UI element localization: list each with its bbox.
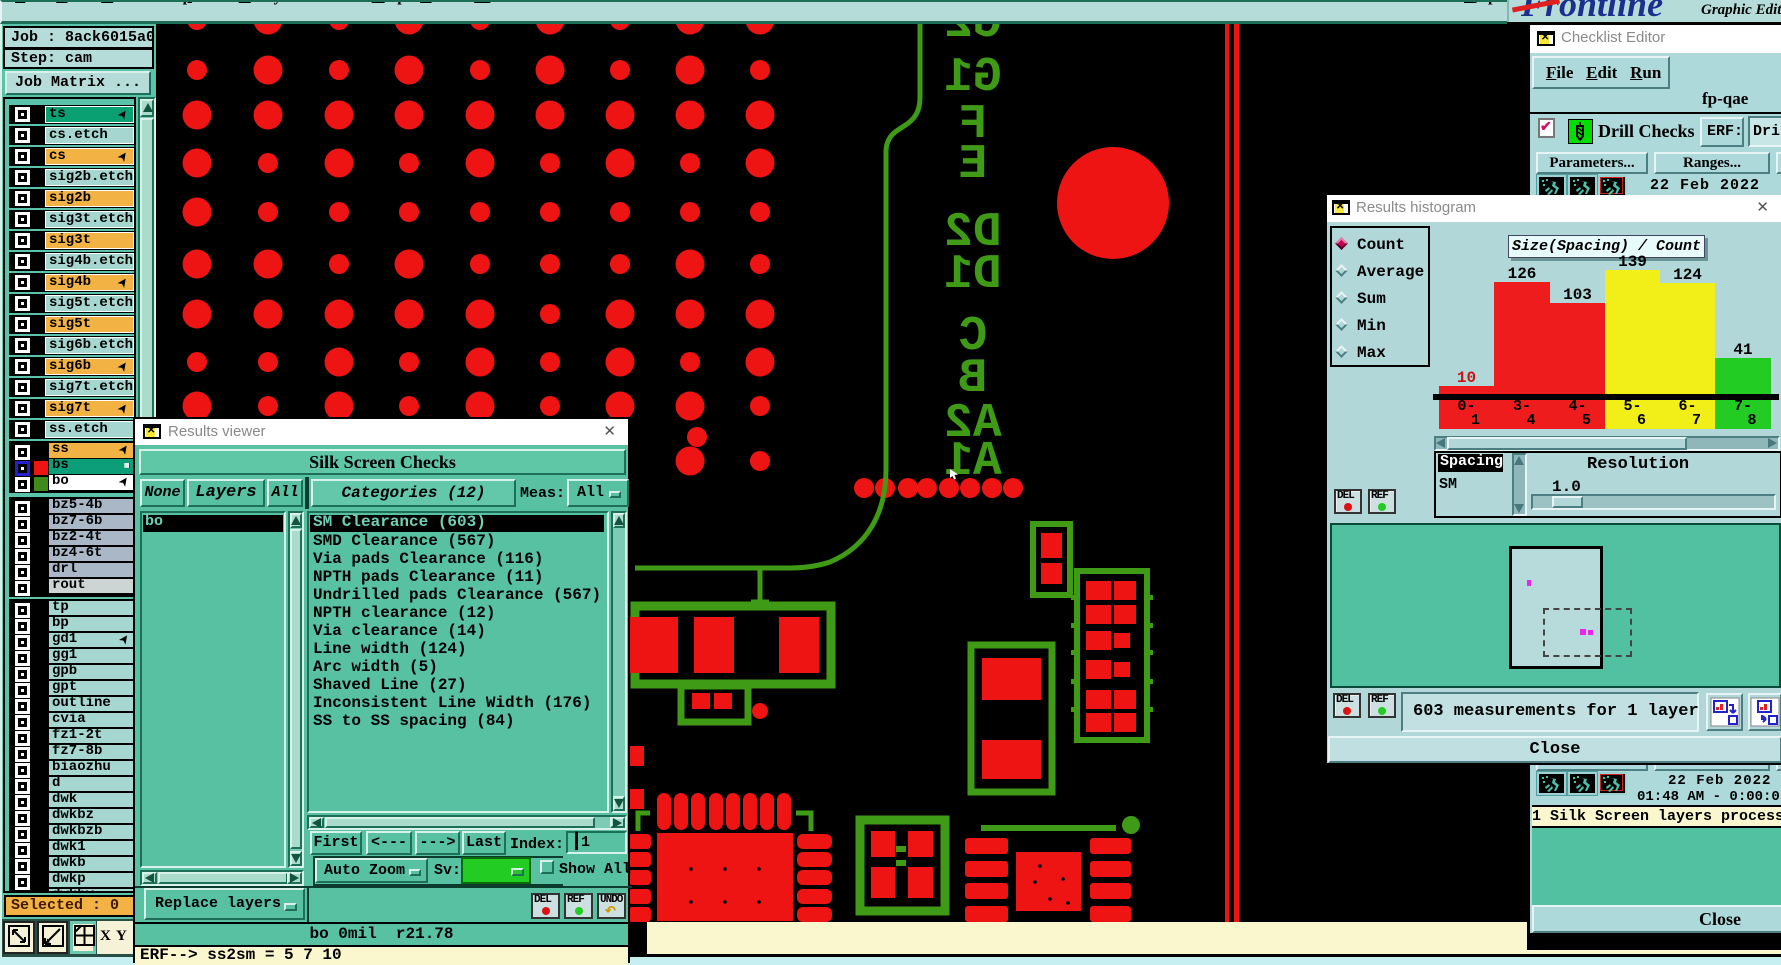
svg-text:D1: D1 <box>944 248 1002 302</box>
svg-text:A1: A1 <box>944 435 1002 489</box>
svg-text:E: E <box>959 138 988 192</box>
svg-text:G1: G1 <box>944 51 1002 105</box>
